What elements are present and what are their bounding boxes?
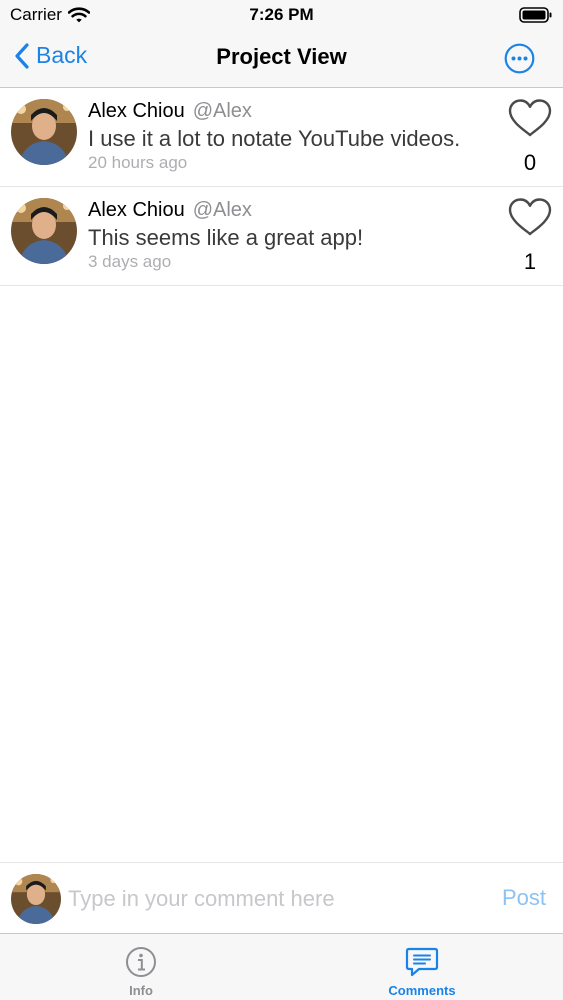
avatar[interactable] (11, 99, 77, 165)
tab-info[interactable]: Info (41, 934, 241, 1000)
comment-author-line: Alex Chiou @Alex (88, 100, 252, 123)
avatar (11, 874, 61, 924)
chevron-left-icon (15, 42, 29, 69)
comment-author-name: Alex Chiou (88, 199, 185, 221)
comment-list: Alex Chiou @Alex I use it a lot to notate… (0, 88, 563, 286)
tab-label: Comments (388, 983, 456, 998)
info-circle-icon (126, 947, 156, 977)
avatar[interactable] (11, 198, 77, 264)
tab-label: Info (129, 983, 153, 998)
like-count: 1 (523, 249, 537, 274)
comment-row: Alex Chiou @Alex I use it a lot to notate… (0, 88, 563, 187)
navigation-bar: Back Project View (0, 30, 563, 88)
back-button[interactable]: Back (14, 42, 87, 69)
comment-author-handle: @Alex (192, 199, 252, 221)
comment-author-name: Alex Chiou (88, 100, 185, 122)
comment-text: This seems like a great app! (88, 225, 364, 250)
tab-bar: Info Comments (0, 933, 563, 1000)
comment-input[interactable] (68, 881, 468, 917)
more-options-icon[interactable] (504, 43, 535, 74)
tab-comments[interactable]: Comments (322, 934, 522, 1000)
comment-author-line: Alex Chiou @Alex (88, 199, 252, 222)
status-bar: Carrier 7:26 PM (0, 0, 563, 30)
like-count: 0 (523, 150, 537, 175)
comment-row: Alex Chiou @Alex This seems like a great … (0, 187, 563, 286)
comment-bubble-icon (405, 947, 439, 977)
comment-timestamp: 3 days ago (88, 252, 172, 271)
post-button[interactable]: Post (502, 885, 546, 911)
comment-author-handle: @Alex (192, 100, 252, 122)
battery-icon (519, 7, 552, 23)
comment-timestamp: 20 hours ago (88, 153, 188, 172)
heart-icon[interactable] (507, 98, 553, 138)
back-label: Back (36, 42, 88, 68)
status-time: 7:26 PM (249, 5, 314, 24)
comment-text: I use it a lot to notate YouTube videos. (88, 126, 461, 151)
comment-composer: Post (0, 862, 563, 933)
heart-icon[interactable] (507, 197, 553, 237)
